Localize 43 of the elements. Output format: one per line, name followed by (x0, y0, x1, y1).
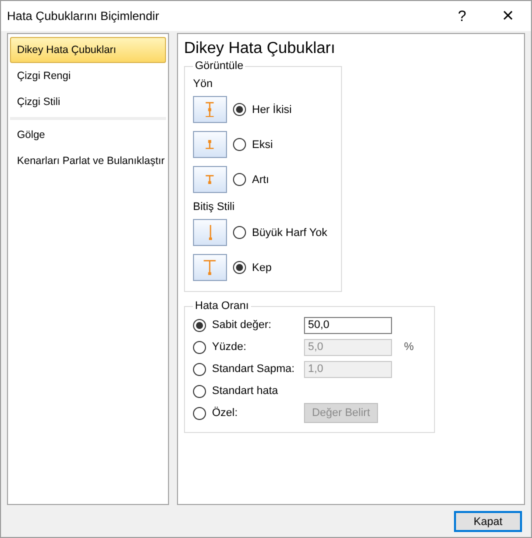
option-button[interactable] (193, 254, 227, 281)
help-button[interactable]: ? (439, 1, 485, 31)
input-field[interactable]: 50,0 (304, 316, 392, 334)
option-label: Eksi (252, 138, 273, 150)
option-button[interactable] (193, 166, 227, 193)
radio-button[interactable] (233, 261, 246, 274)
line-icon (208, 224, 212, 240)
panel-heading: Dikey Hata Çubukları (184, 40, 336, 58)
section-label: Bitiş Stili (193, 201, 236, 213)
group-title: Hata Oranı (194, 300, 250, 312)
radio-button[interactable] (233, 226, 246, 239)
error-bar-icon (205, 140, 215, 150)
option-label: Yüzde: (212, 341, 248, 353)
window-title: Hata Çubuklarını Biçimlendir (7, 9, 160, 23)
group-title: Görüntüle (194, 60, 244, 72)
sidebar-item[interactable]: Çizgi Rengi (10, 63, 166, 89)
option-button[interactable] (193, 96, 227, 123)
option-label: Standart hata (212, 385, 280, 397)
error-bar-icon (205, 102, 215, 118)
option-button[interactable] (193, 131, 227, 158)
radio-button[interactable] (193, 384, 206, 398)
option-label: Standart Sapma: (212, 363, 296, 375)
radio-button[interactable] (193, 318, 206, 332)
radio-button[interactable] (233, 138, 246, 151)
option-label: Özel: (212, 407, 239, 419)
option-label: Artı (252, 174, 270, 186)
sidebar-item[interactable]: Gölge (10, 122, 166, 148)
radio-button[interactable] (233, 173, 246, 186)
section-label: Yön (193, 78, 214, 90)
error-bar-icon (205, 174, 215, 184)
sidebar-item[interactable]: Çizgi Stili (10, 89, 166, 115)
close-dialog-button[interactable]: Kapat (454, 511, 522, 532)
close-button[interactable]: × (485, 1, 531, 31)
unit-label: % (404, 341, 414, 353)
option-label: Kep (252, 262, 272, 274)
option-button[interactable] (193, 219, 227, 246)
sidebar-item[interactable]: Kenarları Parlat ve Bulanıklaştır (10, 148, 166, 174)
option-label: Her İkisi (252, 104, 292, 116)
option-label: Büyük Harf Yok (252, 226, 328, 238)
radio-button[interactable] (233, 103, 246, 116)
option-label: Sabit değer: (212, 319, 272, 331)
error-bar-icon (203, 260, 217, 276)
sidebar-item[interactable]: Dikey Hata Çubukları (10, 37, 166, 63)
